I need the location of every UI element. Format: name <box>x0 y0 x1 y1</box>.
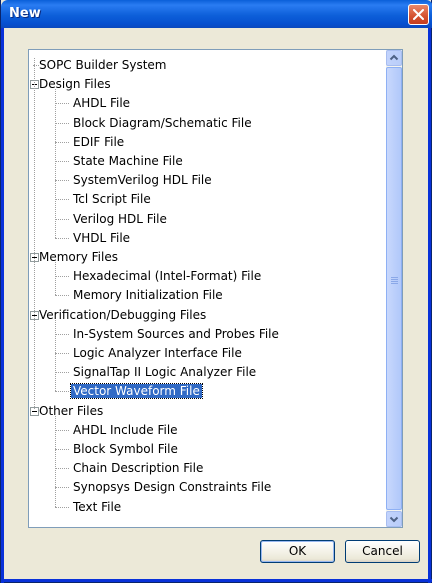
arrow-up-icon <box>389 54 399 61</box>
close-icon <box>413 9 424 20</box>
window-title: New <box>9 6 41 21</box>
tree-folder[interactable]: Other Files <box>37 402 105 420</box>
tree-item-label: In-System Sources and Probes File <box>73 327 279 341</box>
file-type-tree[interactable]: SOPC Builder System Design Files AHDL File… <box>28 49 403 528</box>
tree-item-label: Block Diagram/Schematic File <box>73 116 252 130</box>
tree-item-label: Chain Description File <box>73 461 204 475</box>
tree-item-label: Vector Waveform File <box>70 383 203 399</box>
tree-item[interactable]: Memory Initialization File <box>71 286 225 304</box>
tree-item-label: Verilog HDL File <box>73 212 167 226</box>
tree-item[interactable]: Vector Waveform File <box>70 382 203 400</box>
tree-item[interactable]: SystemVerilog HDL File <box>71 171 214 189</box>
tree-connector <box>55 391 69 392</box>
tree-item-label: Verification/Debugging Files <box>39 308 207 322</box>
tree-item[interactable]: Tcl Script File <box>71 190 153 208</box>
new-file-dialog: New SOPC Builder System Design Files AHDL … <box>0 0 432 583</box>
tree-connector <box>55 320 56 391</box>
tree-item-label: Tcl Script File <box>73 192 151 206</box>
thumb-grip-line <box>391 279 398 280</box>
tree-connector <box>55 372 69 373</box>
tree-item[interactable]: Synopsys Design Constraints File <box>71 478 273 496</box>
tree-item-label: State Machine File <box>73 154 183 168</box>
thumb-grip-line <box>391 281 398 282</box>
tree-item[interactable]: VHDL File <box>71 229 132 247</box>
vertical-scrollbar[interactable] <box>386 50 402 527</box>
tree-connector <box>55 449 69 450</box>
tree-item[interactable]: SOPC Builder System <box>37 56 169 74</box>
tree-item-label: VHDL File <box>73 231 131 245</box>
tree-connector <box>55 142 69 143</box>
tree-item[interactable]: Hexadecimal (Intel-Format) File <box>71 267 263 285</box>
tree-item-label: Synopsys Design Constraints File <box>73 480 272 494</box>
tree-item[interactable]: AHDL File <box>71 94 132 112</box>
tree-connector <box>55 487 69 488</box>
tree-connector <box>55 123 69 124</box>
scroll-down-button[interactable] <box>386 511 402 527</box>
tree-list: SOPC Builder System Design Files AHDL File… <box>29 50 387 527</box>
scroll-thumb[interactable] <box>386 67 402 510</box>
ok-button[interactable]: OK <box>260 540 335 563</box>
tree-item-label: EDIF File <box>73 135 125 149</box>
tree-connector <box>55 507 69 508</box>
tree-item-label: SignalTap II Logic Analyzer File <box>73 365 257 379</box>
title-bar[interactable]: New <box>1 0 432 28</box>
tree-connector <box>55 416 56 507</box>
tree-item[interactable]: In-System Sources and Probes File <box>71 325 281 343</box>
tree-folder[interactable]: Memory Files <box>37 248 120 266</box>
tree-item-label: Memory Files <box>39 250 118 264</box>
close-button[interactable] <box>408 4 429 25</box>
tree-connector <box>55 468 69 469</box>
tree-connector <box>55 430 69 431</box>
tree-connector <box>55 219 69 220</box>
tree-connector <box>55 238 69 239</box>
tree-connector <box>55 89 56 238</box>
tree-item[interactable]: Chain Description File <box>71 459 205 477</box>
tree-connector <box>55 161 69 162</box>
tree-item[interactable]: SignalTap II Logic Analyzer File <box>71 363 258 381</box>
tree-item[interactable]: Block Symbol File <box>71 440 180 458</box>
tree-item-label: SystemVerilog HDL File <box>73 173 212 187</box>
tree-item[interactable]: Logic Analyzer Interface File <box>71 344 244 362</box>
window-frame-left <box>1 28 4 583</box>
tree-connector <box>55 295 69 296</box>
tree-item[interactable]: State Machine File <box>71 152 185 170</box>
tree-item[interactable]: Block Diagram/Schematic File <box>71 114 254 132</box>
tree-connector <box>55 276 69 277</box>
tree-item-label: Memory Initialization File <box>73 288 223 302</box>
tree-item-label: Other Files <box>39 404 104 418</box>
tree-connector <box>55 353 69 354</box>
tree-item[interactable]: Verilog HDL File <box>71 210 169 228</box>
scroll-up-button[interactable] <box>386 50 402 66</box>
tree-item-label: SOPC Builder System <box>39 58 167 72</box>
tree-connector <box>34 58 35 409</box>
thumb-grip-line <box>391 283 398 284</box>
tree-folder[interactable]: Design Files <box>37 75 113 93</box>
tree-item-label: Design Files <box>39 77 111 91</box>
cancel-button[interactable]: Cancel <box>345 540 420 563</box>
tree-item-label: Hexadecimal (Intel-Format) File <box>73 269 262 283</box>
tree-item[interactable]: AHDL Include File <box>71 421 180 439</box>
window-frame-bottom <box>1 579 432 582</box>
tree-item[interactable]: Text File <box>71 498 123 516</box>
window-frame-right <box>428 28 431 583</box>
tree-connector <box>55 103 69 104</box>
tree-item-label: Logic Analyzer Interface File <box>73 346 242 360</box>
tree-connector <box>55 334 69 335</box>
tree-item-label: AHDL Include File <box>73 423 178 437</box>
thumb-grip-line <box>391 277 398 278</box>
tree-item-label: Block Symbol File <box>73 442 178 456</box>
tree-folder[interactable]: Verification/Debugging Files <box>37 306 208 324</box>
tree-connector <box>55 180 69 181</box>
tree-connector <box>55 262 56 295</box>
arrow-down-icon <box>389 516 399 523</box>
tree-item-label: AHDL File <box>73 96 131 110</box>
tree-item-label: Text File <box>73 500 122 514</box>
tree-connector <box>55 199 69 200</box>
tree-item[interactable]: EDIF File <box>71 133 126 151</box>
